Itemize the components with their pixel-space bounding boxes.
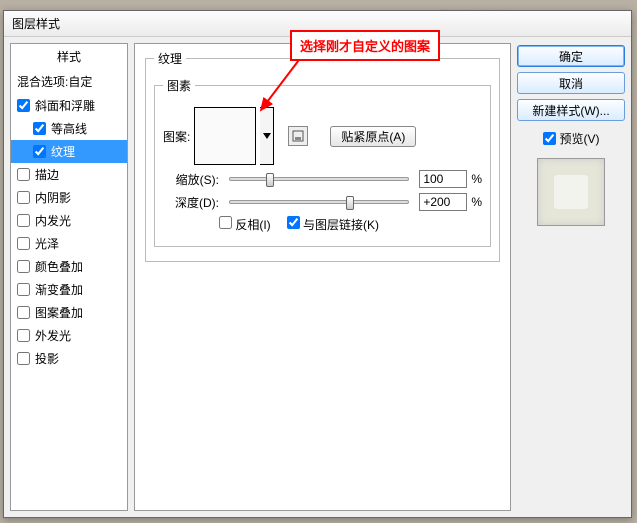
pattern-dropdown-arrow[interactable] bbox=[260, 107, 274, 165]
style-item[interactable]: 等高线 bbox=[11, 117, 127, 140]
layer-style-dialog: 图层样式 样式 混合选项:自定 斜面和浮雕等高线纹理描边内阴影内发光光泽颜色叠加… bbox=[3, 10, 632, 518]
new-style-button[interactable]: 新建样式(W)... bbox=[517, 99, 625, 121]
style-label: 等高线 bbox=[51, 120, 87, 137]
style-checkbox[interactable] bbox=[17, 306, 30, 319]
style-label: 图案叠加 bbox=[35, 304, 83, 321]
style-checkbox[interactable] bbox=[17, 214, 30, 227]
pattern-swatch[interactable] bbox=[194, 107, 256, 165]
style-label: 纹理 bbox=[51, 143, 75, 160]
annotation-callout: 选择刚才自定义的图案 bbox=[290, 30, 440, 61]
preview-label: 预览(V) bbox=[560, 130, 600, 147]
style-item[interactable]: 投影 bbox=[11, 347, 127, 370]
scale-input[interactable] bbox=[419, 170, 467, 188]
style-item[interactable]: 颜色叠加 bbox=[11, 255, 127, 278]
pattern-label: 图案: bbox=[163, 128, 190, 145]
depth-input[interactable] bbox=[419, 193, 467, 211]
style-label: 外发光 bbox=[35, 327, 71, 344]
depth-slider[interactable] bbox=[229, 200, 409, 204]
style-checkbox[interactable] bbox=[17, 283, 30, 296]
style-checkbox[interactable] bbox=[17, 99, 30, 112]
texture-fieldset: 纹理 图素 图案: 贴紧原点(A) bbox=[145, 50, 500, 262]
style-item[interactable]: 斜面和浮雕 bbox=[11, 94, 127, 117]
elements-legend: 图素 bbox=[163, 77, 195, 94]
preview-thumbnail-inner bbox=[554, 175, 588, 209]
invert-checkbox-label[interactable]: 反相(I) bbox=[219, 216, 271, 233]
scale-slider-thumb[interactable] bbox=[266, 173, 274, 187]
depth-label: 深度(D): bbox=[163, 194, 219, 211]
style-checkbox[interactable] bbox=[17, 352, 30, 365]
style-label: 颜色叠加 bbox=[35, 258, 83, 275]
preview-thumbnail bbox=[537, 158, 605, 226]
texture-legend: 纹理 bbox=[154, 50, 186, 67]
new-preset-icon bbox=[292, 130, 304, 142]
style-label: 内发光 bbox=[35, 212, 71, 229]
style-list: 斜面和浮雕等高线纹理描边内阴影内发光光泽颜色叠加渐变叠加图案叠加外发光投影 bbox=[11, 94, 127, 510]
style-item[interactable]: 内阴影 bbox=[11, 186, 127, 209]
style-item[interactable]: 图案叠加 bbox=[11, 301, 127, 324]
preview-checkbox[interactable] bbox=[543, 132, 556, 145]
style-checkbox[interactable] bbox=[17, 260, 30, 273]
style-item[interactable]: 描边 bbox=[11, 163, 127, 186]
style-checkbox[interactable] bbox=[33, 122, 46, 135]
action-panel: 确定 取消 新建样式(W)... 预览(V) bbox=[517, 43, 625, 511]
style-label: 光泽 bbox=[35, 235, 59, 252]
style-item[interactable]: 外发光 bbox=[11, 324, 127, 347]
style-checkbox[interactable] bbox=[17, 168, 30, 181]
style-item[interactable]: 光泽 bbox=[11, 232, 127, 255]
scale-slider[interactable] bbox=[229, 177, 409, 181]
chevron-down-icon bbox=[263, 133, 271, 139]
scale-label: 缩放(S): bbox=[163, 171, 219, 188]
depth-slider-thumb[interactable] bbox=[346, 196, 354, 210]
link-checkbox[interactable] bbox=[287, 216, 300, 229]
invert-checkbox[interactable] bbox=[219, 216, 232, 229]
style-label: 描边 bbox=[35, 166, 59, 183]
scale-unit: % bbox=[471, 172, 482, 186]
styles-header[interactable]: 样式 bbox=[11, 44, 127, 69]
cancel-button[interactable]: 取消 bbox=[517, 72, 625, 94]
ok-button[interactable]: 确定 bbox=[517, 45, 625, 67]
styles-list-panel: 样式 混合选项:自定 斜面和浮雕等高线纹理描边内阴影内发光光泽颜色叠加渐变叠加图… bbox=[10, 43, 128, 511]
new-preset-button[interactable] bbox=[288, 126, 308, 146]
style-item[interactable]: 纹理 bbox=[11, 140, 127, 163]
settings-panel: 纹理 图素 图案: 贴紧原点(A) bbox=[134, 43, 511, 511]
elements-fieldset: 图素 图案: 贴紧原点(A) 缩放(S): bbox=[154, 77, 491, 247]
style-item[interactable]: 内发光 bbox=[11, 209, 127, 232]
style-checkbox[interactable] bbox=[17, 237, 30, 250]
style-item[interactable]: 渐变叠加 bbox=[11, 278, 127, 301]
style-checkbox[interactable] bbox=[17, 191, 30, 204]
link-checkbox-label[interactable]: 与图层链接(K) bbox=[287, 216, 379, 233]
style-label: 斜面和浮雕 bbox=[35, 97, 95, 114]
dialog-title: 图层样式 bbox=[12, 17, 60, 31]
style-label: 内阴影 bbox=[35, 189, 71, 206]
depth-unit: % bbox=[471, 195, 482, 209]
style-checkbox[interactable] bbox=[33, 145, 46, 158]
snap-origin-button[interactable]: 贴紧原点(A) bbox=[330, 126, 416, 147]
blend-options-row[interactable]: 混合选项:自定 bbox=[11, 69, 127, 94]
style-checkbox[interactable] bbox=[17, 329, 30, 342]
style-label: 投影 bbox=[35, 350, 59, 367]
style-label: 渐变叠加 bbox=[35, 281, 83, 298]
